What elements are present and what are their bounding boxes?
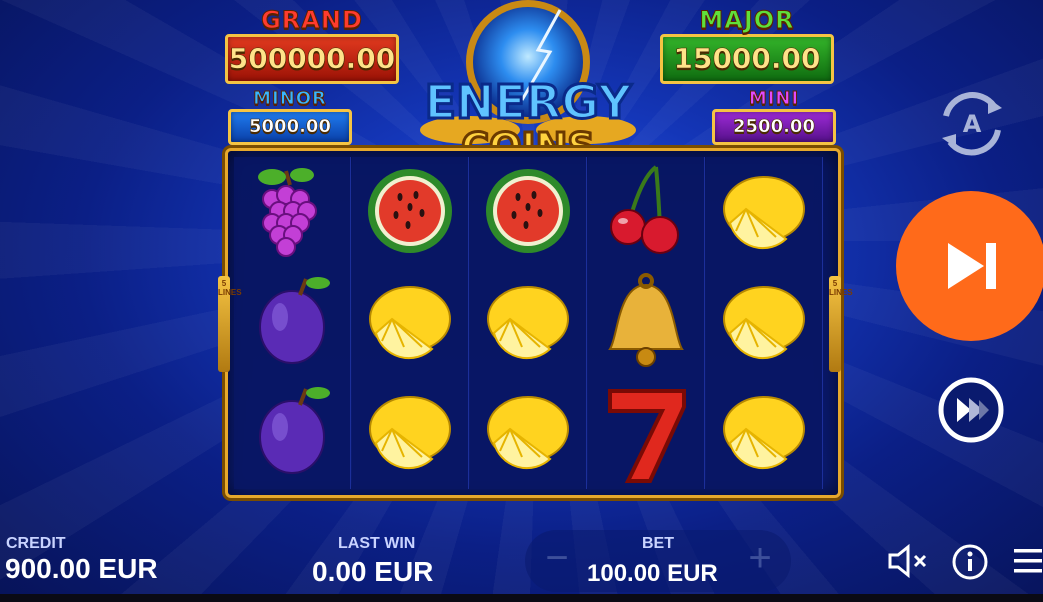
footer-strip <box>0 594 1043 602</box>
symbol-cherries <box>588 157 704 267</box>
major-title: MAJOR <box>699 6 795 35</box>
spin-button[interactable] <box>896 191 1043 346</box>
play-skip-icon <box>896 191 1043 341</box>
lines-indicator-left: 5 LINES <box>218 276 242 372</box>
lemon-icon <box>369 286 451 360</box>
symbol-plum <box>234 267 350 377</box>
symbol-seven <box>588 377 704 487</box>
lemon-icon <box>369 396 451 470</box>
logo-line1: ENERGY <box>425 75 633 129</box>
lemon-icon <box>487 396 569 470</box>
cherries-icon <box>610 165 679 254</box>
minor-value: 5000.00 <box>228 109 352 145</box>
speaker-muted-icon <box>888 543 927 579</box>
bet-value: 100.00 EUR <box>587 560 718 587</box>
reel-5 <box>706 157 823 489</box>
symbol-lemon <box>706 267 822 377</box>
plum-icon <box>259 277 330 364</box>
symbol-bell <box>588 267 704 377</box>
symbol-lemon <box>706 157 822 267</box>
bet-increase-button[interactable]: + <box>738 538 782 582</box>
grand-jackpot: GRAND 500000.00 <box>225 6 399 84</box>
fast-forward-icon <box>938 377 1004 443</box>
symbol-watermelon <box>352 157 468 267</box>
last-win-label: LAST WIN <box>338 535 416 552</box>
lemon-icon <box>487 286 569 360</box>
energy-orb-icon: ENERGY COINS <box>420 0 636 171</box>
plum-icon <box>259 387 330 474</box>
bet-decrease-button[interactable]: − <box>535 538 579 582</box>
info-icon <box>952 544 988 580</box>
mini-jackpot: MINI 2500.00 <box>712 88 836 145</box>
menu-button[interactable] <box>1012 546 1043 581</box>
symbol-lemon <box>470 377 586 487</box>
seven-icon <box>608 389 686 483</box>
grapes-icon <box>258 168 317 257</box>
major-value: 15000.00 <box>660 34 834 84</box>
reel-4 <box>588 157 705 489</box>
major-jackpot: MAJOR 15000.00 <box>660 6 834 84</box>
mini-value: 2500.00 <box>712 109 836 145</box>
lines-indicator-right: 5 LINES <box>829 276 853 372</box>
lemon-icon <box>723 396 805 470</box>
game-logo: ENERGY COINS <box>410 0 646 171</box>
grand-title: GRAND <box>261 6 363 35</box>
symbol-grapes <box>234 157 350 267</box>
sound-button[interactable] <box>886 543 930 584</box>
reel-3 <box>470 157 587 489</box>
hamburger-menu-icon <box>1014 549 1042 573</box>
symbol-lemon <box>470 267 586 377</box>
minor-jackpot: MINOR 5000.00 <box>228 88 352 145</box>
watermelon-icon <box>486 169 570 253</box>
lemon-icon <box>723 286 805 360</box>
reels-frame <box>225 148 841 498</box>
credit-label: CREDIT <box>6 535 66 552</box>
grand-value: 500000.00 <box>225 34 399 84</box>
minor-title: MINOR <box>253 88 327 110</box>
credit-value: 900.00 EUR <box>5 553 158 584</box>
reel-2 <box>352 157 469 489</box>
bet-label: BET <box>642 535 674 552</box>
symbol-plum <box>234 377 350 487</box>
symbol-lemon <box>706 377 822 487</box>
mini-title: MINI <box>748 88 800 110</box>
symbol-lemon <box>352 267 468 377</box>
info-button[interactable] <box>950 542 990 587</box>
svg-text:A: A <box>963 110 982 138</box>
lemon-icon <box>723 176 805 250</box>
autoplay-button[interactable]: A <box>932 86 1012 165</box>
autoplay-a-icon: A <box>942 92 1002 156</box>
last-win-value: 0.00 EUR <box>312 556 434 587</box>
symbol-lemon <box>352 377 468 487</box>
reel-1 <box>234 157 351 489</box>
turbo-button[interactable] <box>937 376 1005 449</box>
bell-icon <box>608 273 684 367</box>
watermelon-icon <box>368 169 452 253</box>
symbol-watermelon <box>470 157 586 267</box>
